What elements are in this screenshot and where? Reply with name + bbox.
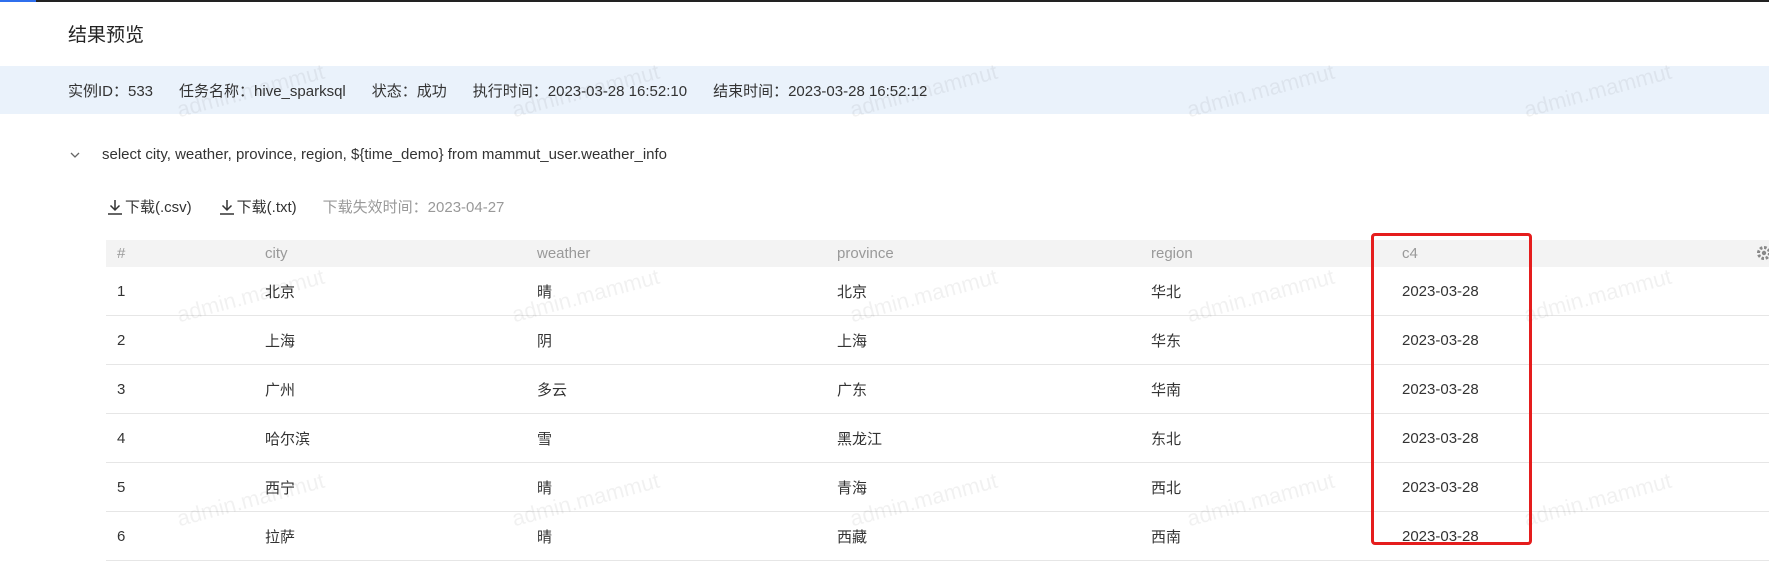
end-time: 结束时间：2023-03-28 16:52:12: [713, 82, 928, 100]
cell-weather: 雪: [537, 430, 553, 448]
download-txt-button[interactable]: 下载(.txt): [218, 196, 297, 217]
gear-icon[interactable]: [1755, 244, 1769, 262]
instance-id: 实例ID：533: [68, 82, 154, 100]
cell-weather: 晴: [537, 528, 553, 546]
cell-weather: 多云: [537, 381, 568, 399]
download-csv-label: 下载(.csv): [125, 199, 192, 216]
cell-region: 西北: [1151, 479, 1182, 497]
active-tab-indicator: [0, 0, 36, 2]
cell-index: 6: [117, 527, 126, 545]
cell-province: 北京: [837, 283, 868, 301]
cell-province: 西藏: [837, 528, 868, 546]
cell-weather: 阴: [537, 332, 553, 350]
page-title: 结果预览: [68, 25, 145, 46]
cell-city: 拉萨: [265, 528, 296, 546]
download-csv-button[interactable]: 下载(.csv): [106, 196, 192, 217]
download-expire-time: 下载失效时间：2023-04-27: [322, 199, 505, 216]
cell-city: 北京: [265, 283, 296, 301]
sql-query-text: select city, weather, province, region, …: [102, 146, 667, 163]
column-header-weather: weather: [537, 245, 591, 262]
status: 状态：成功: [371, 82, 447, 100]
instance-info-bar: 实例ID：533 任务名称：hive_sparksql 状态：成功 执行时间：2…: [0, 66, 1769, 114]
cell-city: 上海: [265, 332, 296, 350]
cell-weather: 晴: [537, 479, 553, 497]
download-txt-label: 下载(.txt): [236, 199, 297, 216]
cell-city: 西宁: [265, 479, 296, 497]
cell-province: 上海: [837, 332, 868, 350]
c4-column-highlight: [1371, 233, 1532, 545]
cell-weather: 晴: [537, 283, 553, 301]
cell-region: 华南: [1151, 381, 1182, 399]
download-toolbar: 下载(.csv) 下载(.txt) 下载失效时间：2023-04-27: [106, 196, 504, 217]
cell-province: 广东: [837, 381, 868, 399]
cell-region: 华东: [1151, 332, 1182, 350]
exec-time: 执行时间：2023-03-28 16:52:10: [472, 82, 688, 100]
column-header-city: city: [265, 245, 288, 262]
cell-province: 青海: [837, 479, 868, 497]
column-header-index: #: [117, 245, 126, 262]
cell-index: 5: [117, 478, 126, 496]
top-border: [0, 0, 1769, 2]
cell-city: 哈尔滨: [265, 430, 311, 448]
cell-index: 4: [117, 429, 126, 447]
column-header-region: region: [1151, 245, 1193, 262]
cell-region: 西南: [1151, 528, 1182, 546]
download-icon: [219, 199, 234, 215]
chevron-down-icon[interactable]: [70, 150, 80, 160]
column-header-province: province: [837, 245, 894, 262]
cell-index: 3: [117, 380, 126, 398]
cell-city: 广州: [265, 381, 296, 399]
task-name: 任务名称：hive_sparksql: [179, 82, 346, 100]
cell-index: 1: [117, 282, 126, 300]
download-icon: [108, 199, 122, 215]
cell-province: 黑龙江: [837, 430, 883, 448]
cell-index: 2: [117, 331, 126, 349]
sql-section-header[interactable]: select city, weather, province, region, …: [70, 146, 667, 163]
cell-region: 华北: [1151, 283, 1182, 301]
cell-region: 东北: [1151, 430, 1182, 448]
